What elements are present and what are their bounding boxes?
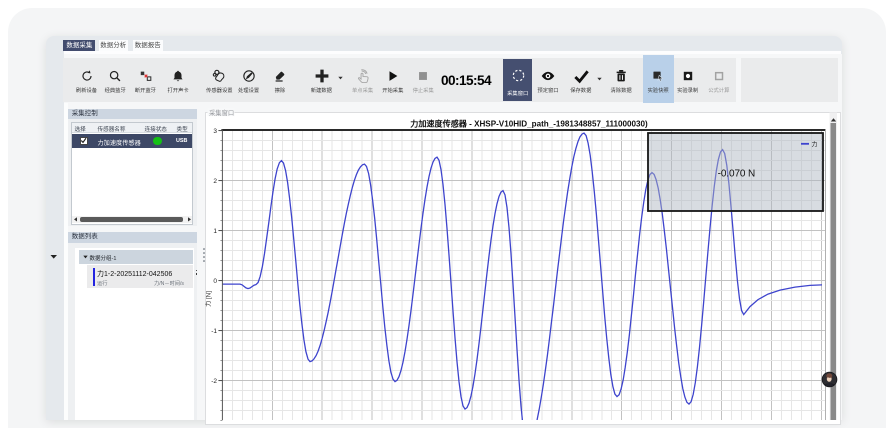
svg-text:1: 1 bbox=[213, 228, 217, 235]
svg-text:-0.070 N: -0.070 N bbox=[718, 168, 756, 179]
svg-text:采集窗口: 采集窗口 bbox=[209, 108, 234, 117]
svg-text:-1: -1 bbox=[211, 328, 217, 335]
svg-text:-2: -2 bbox=[211, 378, 217, 385]
svg-text:3: 3 bbox=[213, 128, 217, 135]
svg-text:力加速度传感器 - XHSP-V10HID_path_-19: 力加速度传感器 - XHSP-V10HID_path_-1981348857_1… bbox=[410, 119, 648, 129]
svg-text:力: 力 bbox=[812, 140, 818, 148]
svg-text:0: 0 bbox=[213, 278, 217, 285]
svg-text:力 [N]: 力 [N] bbox=[205, 291, 213, 307]
svg-text:2: 2 bbox=[213, 178, 217, 185]
